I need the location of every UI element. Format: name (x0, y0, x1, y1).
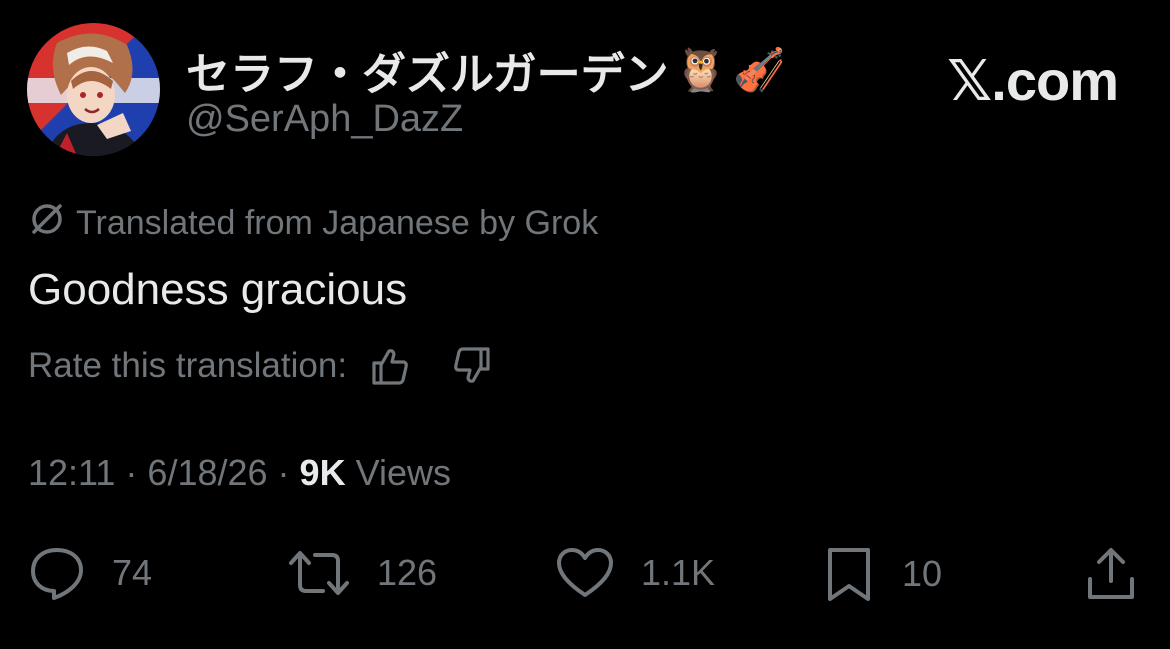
brand-logo: 𝕏.com (947, 49, 1119, 112)
meta-separator: · (115, 452, 148, 493)
like-icon (555, 545, 615, 601)
share-button[interactable] (1084, 545, 1138, 603)
thumbs-down-icon[interactable] (451, 345, 493, 387)
reply-button[interactable]: 74 (28, 545, 152, 601)
views-count[interactable]: 9K (300, 452, 346, 493)
rate-translation: Rate this translation: (28, 345, 493, 387)
bookmark-count: 10 (902, 553, 943, 594)
like-count: 1.1K (641, 552, 716, 593)
display-name-text: セラフ・ダズルガーデン (186, 50, 669, 99)
translate-icon (28, 200, 66, 247)
avatar[interactable] (27, 23, 160, 156)
like-button[interactable]: 1.1K (555, 545, 715, 601)
share-icon (1084, 545, 1138, 603)
tweet-meta: 12:11 · 6/18/26 · 9K Views (28, 452, 451, 494)
translation-notice: Translated from Japanese by Grok (28, 200, 598, 247)
action-bar: 74 126 1.1K 10 (0, 545, 1170, 607)
violin-emoji: 🎻 (732, 46, 786, 93)
thumbs-up-icon[interactable] (369, 345, 411, 387)
user-handle[interactable]: @SerAph_DazZ (186, 98, 463, 141)
reply-count: 74 (112, 552, 153, 593)
tweet-time[interactable]: 12:11 (28, 452, 115, 493)
tweet-date[interactable]: 6/18/26 (147, 452, 267, 493)
views-label: Views (345, 452, 451, 493)
display-name[interactable]: セラフ・ダズルガーデン 🦉 🎻 (186, 38, 785, 102)
reply-icon (28, 545, 86, 601)
tweet-text: Goodness gracious (28, 265, 408, 314)
owl-emoji: 🦉 (674, 46, 727, 93)
repost-icon (287, 545, 351, 601)
bookmark-icon (822, 545, 876, 603)
translation-notice-text: Translated from Japanese by Grok (76, 204, 599, 242)
meta-separator: · (267, 452, 300, 493)
repost-button[interactable]: 126 (287, 545, 437, 601)
bookmark-button[interactable]: 10 (822, 545, 942, 603)
rate-prompt: Rate this translation: (28, 346, 348, 385)
repost-count: 126 (377, 552, 438, 593)
